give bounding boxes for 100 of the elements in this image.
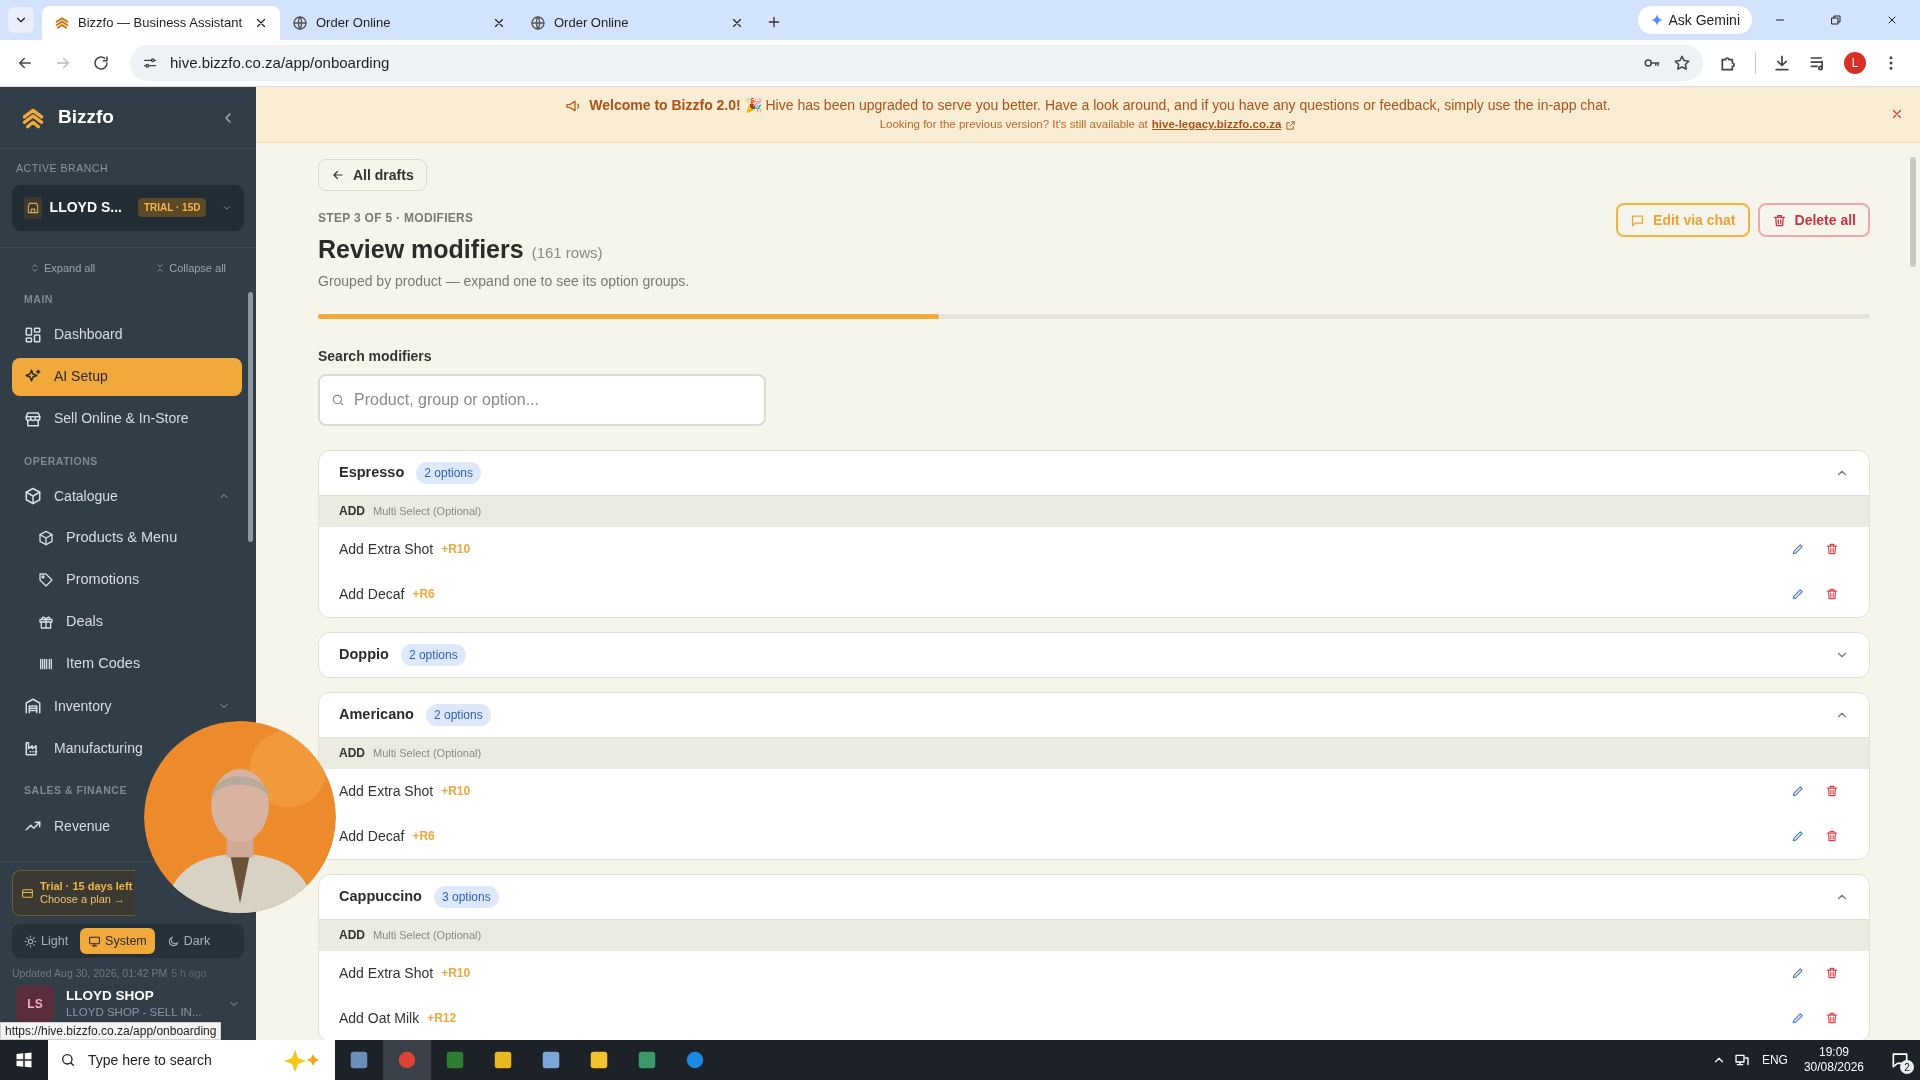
edit-button[interactable] bbox=[1791, 829, 1805, 843]
option-name: Add Decaf bbox=[339, 826, 405, 846]
globe-icon bbox=[530, 15, 546, 31]
box-icon bbox=[38, 530, 54, 547]
status-url: https://hive.bizzfo.co.za/app/onboarding bbox=[0, 1022, 222, 1040]
option-price: +R10 bbox=[441, 965, 471, 982]
delete-all-button[interactable]: Delete all bbox=[1757, 203, 1870, 237]
card-icon bbox=[21, 886, 34, 900]
nav-item[interactable]: Products & Menu bbox=[12, 519, 242, 558]
edit-button[interactable] bbox=[1791, 1011, 1805, 1025]
globe-icon bbox=[292, 15, 308, 31]
reload-icon bbox=[92, 54, 110, 72]
delete-button[interactable] bbox=[1825, 966, 1839, 980]
nav-item[interactable]: AI Setup bbox=[12, 357, 242, 396]
tab-list-button[interactable] bbox=[8, 7, 34, 33]
search-icon bbox=[60, 1052, 76, 1068]
page-subtitle: Grouped by product — expand one to see its option groups. bbox=[318, 271, 691, 291]
nav-item[interactable]: Sell Online & In-Store bbox=[12, 399, 189, 438]
collapse-all-button[interactable]: Collapse all bbox=[155, 259, 227, 276]
building-icon bbox=[24, 697, 42, 716]
group-header[interactable]: Espresso 2 options bbox=[319, 450, 1869, 495]
option-group-mode: Multi Select (Optional) bbox=[373, 745, 482, 761]
scrollbar[interactable] bbox=[248, 291, 253, 542]
url-text: hive.bizzfo.co.za/app/onboarding bbox=[170, 52, 390, 73]
browser-tab[interactable]: Bizzfo — Business Assistant bbox=[42, 6, 280, 40]
edit-button[interactable] bbox=[1791, 784, 1805, 798]
close-button[interactable] bbox=[1890, 107, 1904, 121]
group-header[interactable]: Cappuccino 3 options bbox=[319, 874, 1869, 919]
expand-all-button[interactable]: Expand all bbox=[29, 259, 96, 276]
back-arrow-icon bbox=[331, 168, 345, 182]
search-field[interactable]: Product, group or option... bbox=[318, 373, 766, 426]
delete-button[interactable] bbox=[1825, 829, 1839, 843]
language-indicator[interactable]: ENG bbox=[1761, 1051, 1788, 1069]
option-price: +R10 bbox=[441, 783, 471, 800]
browser-tab[interactable]: Order Online bbox=[518, 6, 756, 40]
notification-count: 2 bbox=[1900, 1060, 1914, 1074]
star-icon[interactable] bbox=[1673, 54, 1691, 72]
option-price: +R6 bbox=[412, 586, 435, 603]
collapse-icon bbox=[155, 262, 166, 273]
trash-icon bbox=[1771, 212, 1787, 228]
profile-avatar[interactable]: L bbox=[1844, 52, 1866, 74]
updated-text: Updated Aug 30, 2026, 01:42 PM bbox=[12, 966, 168, 982]
close-icon[interactable] bbox=[492, 16, 506, 30]
trial-card[interactable]: Trial · 15 days left Choose a plan → bbox=[12, 870, 136, 917]
theme-option[interactable]: Dark bbox=[158, 928, 219, 955]
legacy-link[interactable]: hive-legacy.bizzfo.co.za bbox=[1151, 116, 1297, 134]
branch-selector[interactable]: LLOYD S... TRIAL · 15D bbox=[12, 184, 244, 231]
trial-title: Trial · 15 days left bbox=[40, 879, 133, 894]
windows-icon bbox=[15, 1051, 33, 1069]
option-name: Add Decaf bbox=[339, 584, 405, 604]
close-icon bbox=[1890, 107, 1904, 121]
nav-item[interactable]: Dashboard bbox=[12, 315, 123, 354]
nav-item[interactable]: Catalogue bbox=[12, 477, 242, 516]
close-icon[interactable] bbox=[254, 16, 268, 30]
tab-title: Bizzfo — Business Assistant bbox=[78, 14, 243, 33]
nav-item[interactable]: Inventory bbox=[12, 687, 242, 726]
sun-icon bbox=[24, 934, 37, 948]
option-price: +R10 bbox=[441, 541, 471, 558]
edit-button[interactable] bbox=[1791, 542, 1805, 556]
all-drafts-button[interactable]: All drafts bbox=[318, 159, 427, 191]
search-label: Search modifiers bbox=[318, 346, 433, 366]
delete-button[interactable] bbox=[1825, 1011, 1839, 1025]
nav-item[interactable]: Revenue bbox=[12, 807, 111, 845]
store-icon bbox=[24, 409, 42, 428]
site-settings-icon[interactable] bbox=[142, 55, 158, 71]
download-icon[interactable] bbox=[1772, 53, 1792, 73]
nav-item[interactable]: Item Codes bbox=[12, 645, 242, 684]
row-count: (161 rows) bbox=[531, 243, 603, 263]
nav-item[interactable]: Promotions bbox=[12, 561, 242, 600]
choose-plan-link[interactable]: Choose a plan → bbox=[40, 893, 133, 907]
address-bar[interactable]: hive.bizzfo.co.za/app/onboarding bbox=[130, 45, 1703, 81]
browser-tab[interactable]: Order Online bbox=[280, 6, 518, 40]
nav-item[interactable]: Deals bbox=[12, 603, 242, 642]
search-icon bbox=[331, 392, 345, 407]
section-label: SALES & FINANCE bbox=[23, 783, 128, 799]
close-icon[interactable] bbox=[730, 16, 744, 30]
message-icon bbox=[1890, 1050, 1910, 1070]
theme-option[interactable]: System bbox=[80, 928, 155, 955]
user-avatar: LS bbox=[16, 985, 54, 1023]
option-group-mode: Multi Select (Optional) bbox=[373, 927, 482, 943]
ask-gemini-button[interactable]: Ask Gemini bbox=[1638, 6, 1752, 34]
scrollbar[interactable] bbox=[1910, 157, 1916, 267]
option-group-type: ADD bbox=[339, 745, 365, 762]
user-name: LLOYD SHOP bbox=[66, 988, 155, 1006]
nav-item[interactable]: Manufacturing bbox=[12, 729, 143, 768]
clock[interactable]: 19:09 30/08/2026 bbox=[1803, 1045, 1864, 1075]
taskbar-search-field[interactable]: Type here to search bbox=[48, 1040, 335, 1080]
delete-button[interactable] bbox=[1825, 587, 1839, 601]
option-name: Add Extra Shot bbox=[339, 963, 434, 983]
notifications-button[interactable]: 2 bbox=[1880, 1040, 1920, 1080]
step-label: STEP 3 OF 5 · MODIFIERS bbox=[318, 210, 475, 227]
edit-button[interactable] bbox=[1791, 966, 1805, 980]
delete-button[interactable] bbox=[1825, 784, 1839, 798]
group-header[interactable]: Doppio 2 options bbox=[319, 632, 1869, 677]
delete-button[interactable] bbox=[1825, 542, 1839, 556]
theme-option[interactable]: Light bbox=[16, 928, 77, 955]
edit-button[interactable] bbox=[1791, 587, 1805, 601]
option-name: Add Oat Milk bbox=[339, 1008, 420, 1028]
group-header[interactable]: Americano 2 options bbox=[319, 692, 1869, 737]
network-icon[interactable] bbox=[1733, 1052, 1750, 1068]
